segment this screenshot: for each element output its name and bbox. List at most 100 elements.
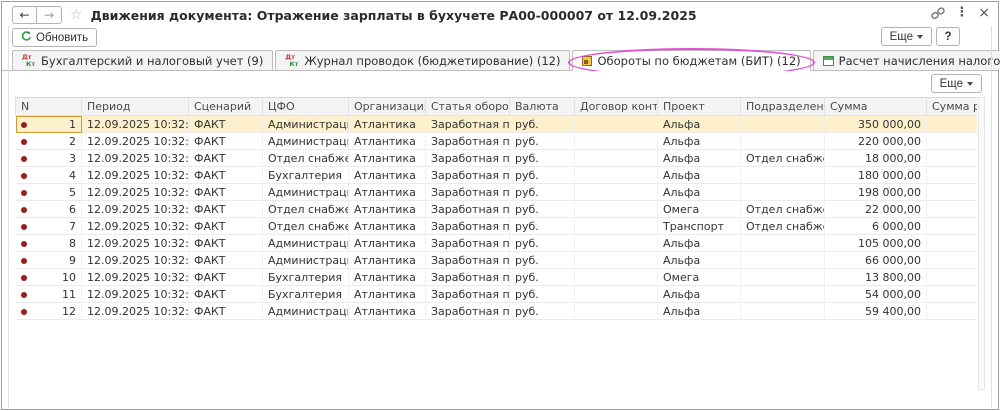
table-row[interactable]: 212.09.2025 10:32:15ФАКТАдминистрацияАтл… — [16, 133, 978, 150]
cell-project[interactable]: Альфа — [658, 116, 741, 133]
cell-item[interactable]: Заработная плата ... — [426, 235, 510, 252]
link-icon[interactable] — [931, 7, 945, 20]
cell-division[interactable] — [741, 167, 825, 184]
column-header[interactable]: Договор контрагента — [575, 98, 658, 116]
cell-project[interactable]: Альфа — [658, 303, 741, 320]
cell-contract[interactable] — [575, 303, 658, 320]
cell-period[interactable]: 12.09.2025 10:32:15 — [82, 286, 189, 303]
cell-sum_regl[interactable] — [927, 184, 978, 201]
cell-org[interactable]: Атлантика — [349, 167, 426, 184]
cell-sum[interactable]: 6 000,00 — [825, 218, 927, 235]
cell-n[interactable]: 2 — [16, 133, 82, 150]
help-button[interactable]: ? — [936, 27, 960, 46]
cell-scenario[interactable]: ФАКТ — [189, 269, 263, 286]
cell-sum[interactable]: 180 000,00 — [825, 167, 927, 184]
cell-scenario[interactable]: ФАКТ — [189, 235, 263, 252]
cell-contract[interactable] — [575, 269, 658, 286]
cell-scenario[interactable]: ФАКТ — [189, 252, 263, 269]
cell-contract[interactable] — [575, 150, 658, 167]
cell-n[interactable]: 11 — [16, 286, 82, 303]
cell-division[interactable] — [741, 303, 825, 320]
table-row[interactable]: 112.09.2025 10:32:15ФАКТАдминистрацияАтл… — [16, 116, 978, 133]
table-row[interactable]: 912.09.2025 10:32:15ФАКТАдминистрацияАтл… — [16, 252, 978, 269]
cell-item[interactable]: Заработная плата — [426, 201, 510, 218]
cell-org[interactable]: Атлантика — [349, 116, 426, 133]
cell-currency[interactable]: руб. — [510, 303, 575, 320]
cell-currency[interactable]: руб. — [510, 167, 575, 184]
cell-project[interactable]: Альфа — [658, 167, 741, 184]
column-header[interactable]: Подразделение — [741, 98, 825, 116]
cell-division[interactable] — [741, 184, 825, 201]
cell-scenario[interactable]: ФАКТ — [189, 133, 263, 150]
cell-period[interactable]: 12.09.2025 10:32:15 — [82, 218, 189, 235]
cell-sum[interactable]: 13 800,00 — [825, 269, 927, 286]
column-header[interactable]: N — [16, 98, 82, 116]
cell-item[interactable]: Заработная плата ... — [426, 167, 510, 184]
cell-scenario[interactable]: ФАКТ — [189, 286, 263, 303]
cell-cfo[interactable]: Администрация — [263, 116, 349, 133]
cell-n[interactable]: 3 — [16, 150, 82, 167]
cell-sum[interactable]: 220 000,00 — [825, 133, 927, 150]
cell-org[interactable]: Атлантика — [349, 303, 426, 320]
cell-project[interactable]: Транспорт — [658, 218, 741, 235]
cell-cfo[interactable]: Отдел снабжения — [263, 218, 349, 235]
cell-scenario[interactable]: ФАКТ — [189, 116, 263, 133]
cell-contract[interactable] — [575, 116, 658, 133]
cell-period[interactable]: 12.09.2025 10:32:15 — [82, 252, 189, 269]
cell-org[interactable]: Атлантика — [349, 201, 426, 218]
cell-item[interactable]: Заработная плата ... — [426, 133, 510, 150]
cell-division[interactable] — [741, 116, 825, 133]
cell-division[interactable]: Отдел снабжения — [741, 218, 825, 235]
cell-sum[interactable]: 54 000,00 — [825, 286, 927, 303]
column-header[interactable]: Период — [82, 98, 189, 116]
cell-division[interactable]: Отдел снабжения — [741, 150, 825, 167]
cell-item[interactable]: Заработная плата ... — [426, 303, 510, 320]
table-row[interactable]: 1112.09.2025 10:32:15ФАКТБухгалтерияАтла… — [16, 286, 978, 303]
column-header[interactable]: ЦФО — [263, 98, 349, 116]
column-header[interactable]: Проект — [658, 98, 741, 116]
cell-period[interactable]: 12.09.2025 10:32:15 — [82, 303, 189, 320]
cell-sum_regl[interactable] — [927, 218, 978, 235]
cell-currency[interactable]: руб. — [510, 286, 575, 303]
tab-4[interactable]: Расчет начисления налогов на ЕНС (1) — [813, 50, 1000, 70]
cell-n[interactable]: 4 — [16, 167, 82, 184]
cell-scenario[interactable]: ФАКТ — [189, 201, 263, 218]
cell-n[interactable]: 8 — [16, 235, 82, 252]
cell-scenario[interactable]: ФАКТ — [189, 150, 263, 167]
cell-sum_regl[interactable] — [927, 167, 978, 184]
cell-project[interactable]: Альфа — [658, 286, 741, 303]
table-row[interactable]: 412.09.2025 10:32:15ФАКТБухгалтерияАтлан… — [16, 167, 978, 184]
column-header[interactable]: Сумма — [825, 98, 927, 116]
refresh-button[interactable]: Обновить — [12, 28, 97, 47]
cell-period[interactable]: 12.09.2025 10:32:15 — [82, 150, 189, 167]
table-more-button[interactable]: Еще — [931, 74, 982, 93]
cell-contract[interactable] — [575, 201, 658, 218]
cell-project[interactable]: Альфа — [658, 133, 741, 150]
cell-item[interactable]: Заработная плата ... — [426, 286, 510, 303]
cell-period[interactable]: 12.09.2025 10:32:15 — [82, 269, 189, 286]
column-header[interactable]: Валюта — [510, 98, 575, 116]
cell-n[interactable]: 1 — [16, 116, 82, 133]
table-row[interactable]: 312.09.2025 10:32:15ФАКТ Отдел снабженияА… — [16, 150, 978, 167]
cell-project[interactable]: Омега — [658, 269, 741, 286]
window-more-button[interactable]: Еще — [881, 27, 932, 46]
cell-currency[interactable]: руб. — [510, 116, 575, 133]
cell-item[interactable]: Заработная плата ... — [426, 252, 510, 269]
cell-contract[interactable] — [575, 133, 658, 150]
cell-contract[interactable] — [575, 252, 658, 269]
cell-org[interactable]: Атлантика — [349, 252, 426, 269]
cell-n[interactable]: 10 — [16, 269, 82, 286]
close-icon[interactable]: × — [978, 6, 990, 20]
table-row[interactable]: 1212.09.2025 10:32:15ФАКТАдминистрацияАт… — [16, 303, 978, 320]
cell-period[interactable]: 12.09.2025 10:32:15 — [82, 133, 189, 150]
cell-sum_regl[interactable] — [927, 303, 978, 320]
cell-n[interactable]: 9 — [16, 252, 82, 269]
cell-cfo[interactable]: Администрация — [263, 184, 349, 201]
cell-item[interactable]: Заработная плата ... — [426, 184, 510, 201]
cell-project[interactable]: Альфа — [658, 150, 741, 167]
tab-2[interactable]: ДтКтЖурнал проводок (бюджетирование) (12… — [275, 50, 570, 70]
cell-n[interactable]: 5 — [16, 184, 82, 201]
cell-project[interactable]: Омега — [658, 201, 741, 218]
cell-sum_regl[interactable] — [927, 201, 978, 218]
cell-division[interactable]: Отдел снабжения — [741, 201, 825, 218]
